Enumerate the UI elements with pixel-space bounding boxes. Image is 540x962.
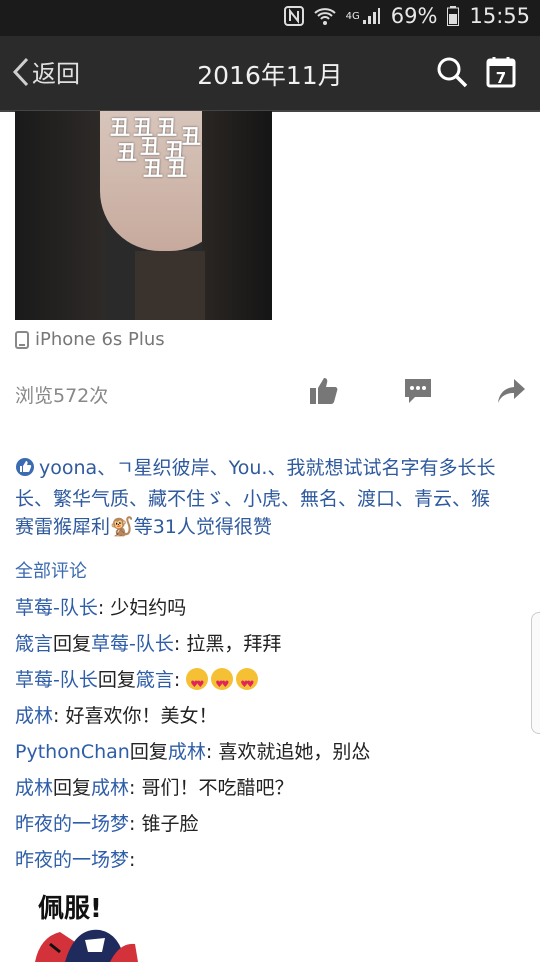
search-button[interactable]: [436, 56, 468, 92]
likes-names-line2[interactable]: 长、繁华气质、藏不住ゞ、小虎、無名、渡口、青云、猴: [15, 488, 490, 510]
status-time: 15:55: [469, 4, 530, 28]
comment-user[interactable]: 草莓-队长: [15, 597, 98, 619]
calendar-button[interactable]: 7: [486, 56, 516, 92]
nfc-icon: [283, 6, 304, 26]
reply-word: 回复: [97, 669, 136, 691]
photo-hair-left: [15, 111, 105, 320]
comment-reply-to[interactable]: 成林: [91, 777, 129, 799]
chou-sticker: 丑: [117, 140, 137, 164]
heart-eyes-emoji-icon: [186, 668, 209, 699]
sticker-caption: 佩服!: [38, 894, 102, 924]
thumbs-up-icon: [310, 378, 338, 404]
comment-text: :: [173, 669, 187, 691]
battery-percent: 69%: [390, 4, 438, 28]
comment-user[interactable]: 草莓-队长: [15, 669, 98, 691]
comment-text: : 拉黑，拜拜: [173, 633, 282, 655]
comment-list: 草莓-队长: 少妇约吗 箴言回复草莓-队长: 拉黑，拜拜 草莓-队长回复箴言: …: [15, 594, 525, 882]
comment-item[interactable]: 草莓-队长回复箴言:: [15, 666, 525, 702]
network-label: 4G: [345, 10, 360, 22]
comment-user[interactable]: 箴言: [15, 633, 53, 655]
comment-icon: [405, 379, 431, 403]
comment-user[interactable]: 成林: [15, 705, 53, 727]
likes-list: yoona、ㄱ星织彼岸、You.、我就想试试名字有多长长 长、繁华气质、藏不住ゞ…: [15, 454, 525, 541]
chou-sticker: 丑: [157, 115, 177, 139]
signal-icon: 4G: [346, 6, 381, 26]
svg-text:7: 7: [496, 69, 506, 87]
comment-button[interactable]: [403, 376, 433, 410]
comment-item[interactable]: 昨夜的一场梦: 锥子脸: [15, 810, 525, 846]
comment-text: : 哥们！不吃醋吧？: [129, 777, 294, 799]
phone-icon: [15, 330, 29, 349]
chou-sticker: 丑: [143, 156, 163, 180]
chou-sticker: 丑: [110, 115, 130, 139]
comment-reply-to[interactable]: 草莓-队长: [91, 633, 174, 655]
share-icon: [498, 379, 525, 403]
comment-user[interactable]: PythonChan: [15, 741, 130, 763]
monkey-emoji: 🐒: [110, 516, 134, 538]
sticker-art: [35, 929, 138, 962]
chou-sticker: 丑: [140, 134, 160, 158]
comment-user[interactable]: 昨夜的一场梦: [15, 849, 129, 871]
comment-text: : 好喜欢你！美女！: [53, 705, 218, 727]
heart-eyes-emoji-icon: [211, 668, 234, 699]
likes-count: 等31人觉得很赞: [133, 516, 272, 538]
likes-names-line1[interactable]: yoona、ㄱ星织彼岸、You.、我就想试试名字有多长长: [39, 457, 495, 479]
comment-item[interactable]: 昨夜的一场梦:: [15, 846, 525, 882]
status-bar: 4G 69% 15:55: [0, 0, 540, 36]
share-button[interactable]: [496, 376, 526, 410]
comment-item[interactable]: 成林: 好喜欢你！美女！: [15, 702, 525, 738]
photo-hair-right: [202, 111, 272, 320]
comment-item[interactable]: 成林回复成林: 哥们！不吃醋吧？: [15, 774, 525, 810]
photo-neck: [135, 251, 205, 320]
comment-item[interactable]: 草莓-队长: 少妇约吗: [15, 594, 525, 630]
comment-user[interactable]: 昨夜的一场梦: [15, 813, 129, 835]
comment-text: : 锥子脸: [129, 813, 199, 835]
calendar-icon: 7: [486, 57, 516, 88]
comment-text: : 喜欢就追她，别怂: [205, 741, 371, 763]
like-button[interactable]: [309, 376, 339, 410]
comment-reply-to[interactable]: 箴言: [136, 669, 174, 691]
comment-user[interactable]: 成林: [15, 777, 53, 799]
chou-sticker: 丑: [167, 156, 187, 180]
comment-text: : 少妇约吗: [97, 597, 187, 619]
device-label: iPhone 6s Plus: [35, 329, 165, 350]
comment-text: :: [129, 849, 136, 871]
comment-item[interactable]: 箴言回复草莓-队长: 拉黑，拜拜: [15, 630, 525, 666]
view-count: 浏览572次: [15, 385, 109, 407]
comment-item[interactable]: PythonChan回复成林: 喜欢就追她，别怂: [15, 738, 525, 774]
search-icon: [437, 57, 468, 88]
post-photo[interactable]: 丑 丑 丑 丑 丑 丑 丑 丑 丑: [15, 111, 272, 320]
heart-eyes-emoji-icon: [236, 668, 259, 699]
reply-word: 回复: [53, 633, 92, 655]
like-small-icon: [15, 457, 35, 485]
comment-reply-to[interactable]: 成林: [168, 741, 206, 763]
wifi-icon: [313, 6, 336, 26]
reply-word: 回复: [53, 777, 92, 799]
nav-bar: 返回 2016年11月 7: [0, 36, 540, 112]
battery-icon: [447, 6, 460, 26]
sticker-image[interactable]: 佩服!: [30, 888, 150, 962]
device-info: iPhone 6s Plus: [15, 329, 165, 350]
likes-names-line3[interactable]: 赛雷猴犀利: [15, 516, 110, 538]
reply-word: 回复: [129, 741, 168, 763]
edge-panel-handle[interactable]: [531, 612, 540, 734]
all-comments-header[interactable]: 全部评论: [15, 557, 87, 583]
